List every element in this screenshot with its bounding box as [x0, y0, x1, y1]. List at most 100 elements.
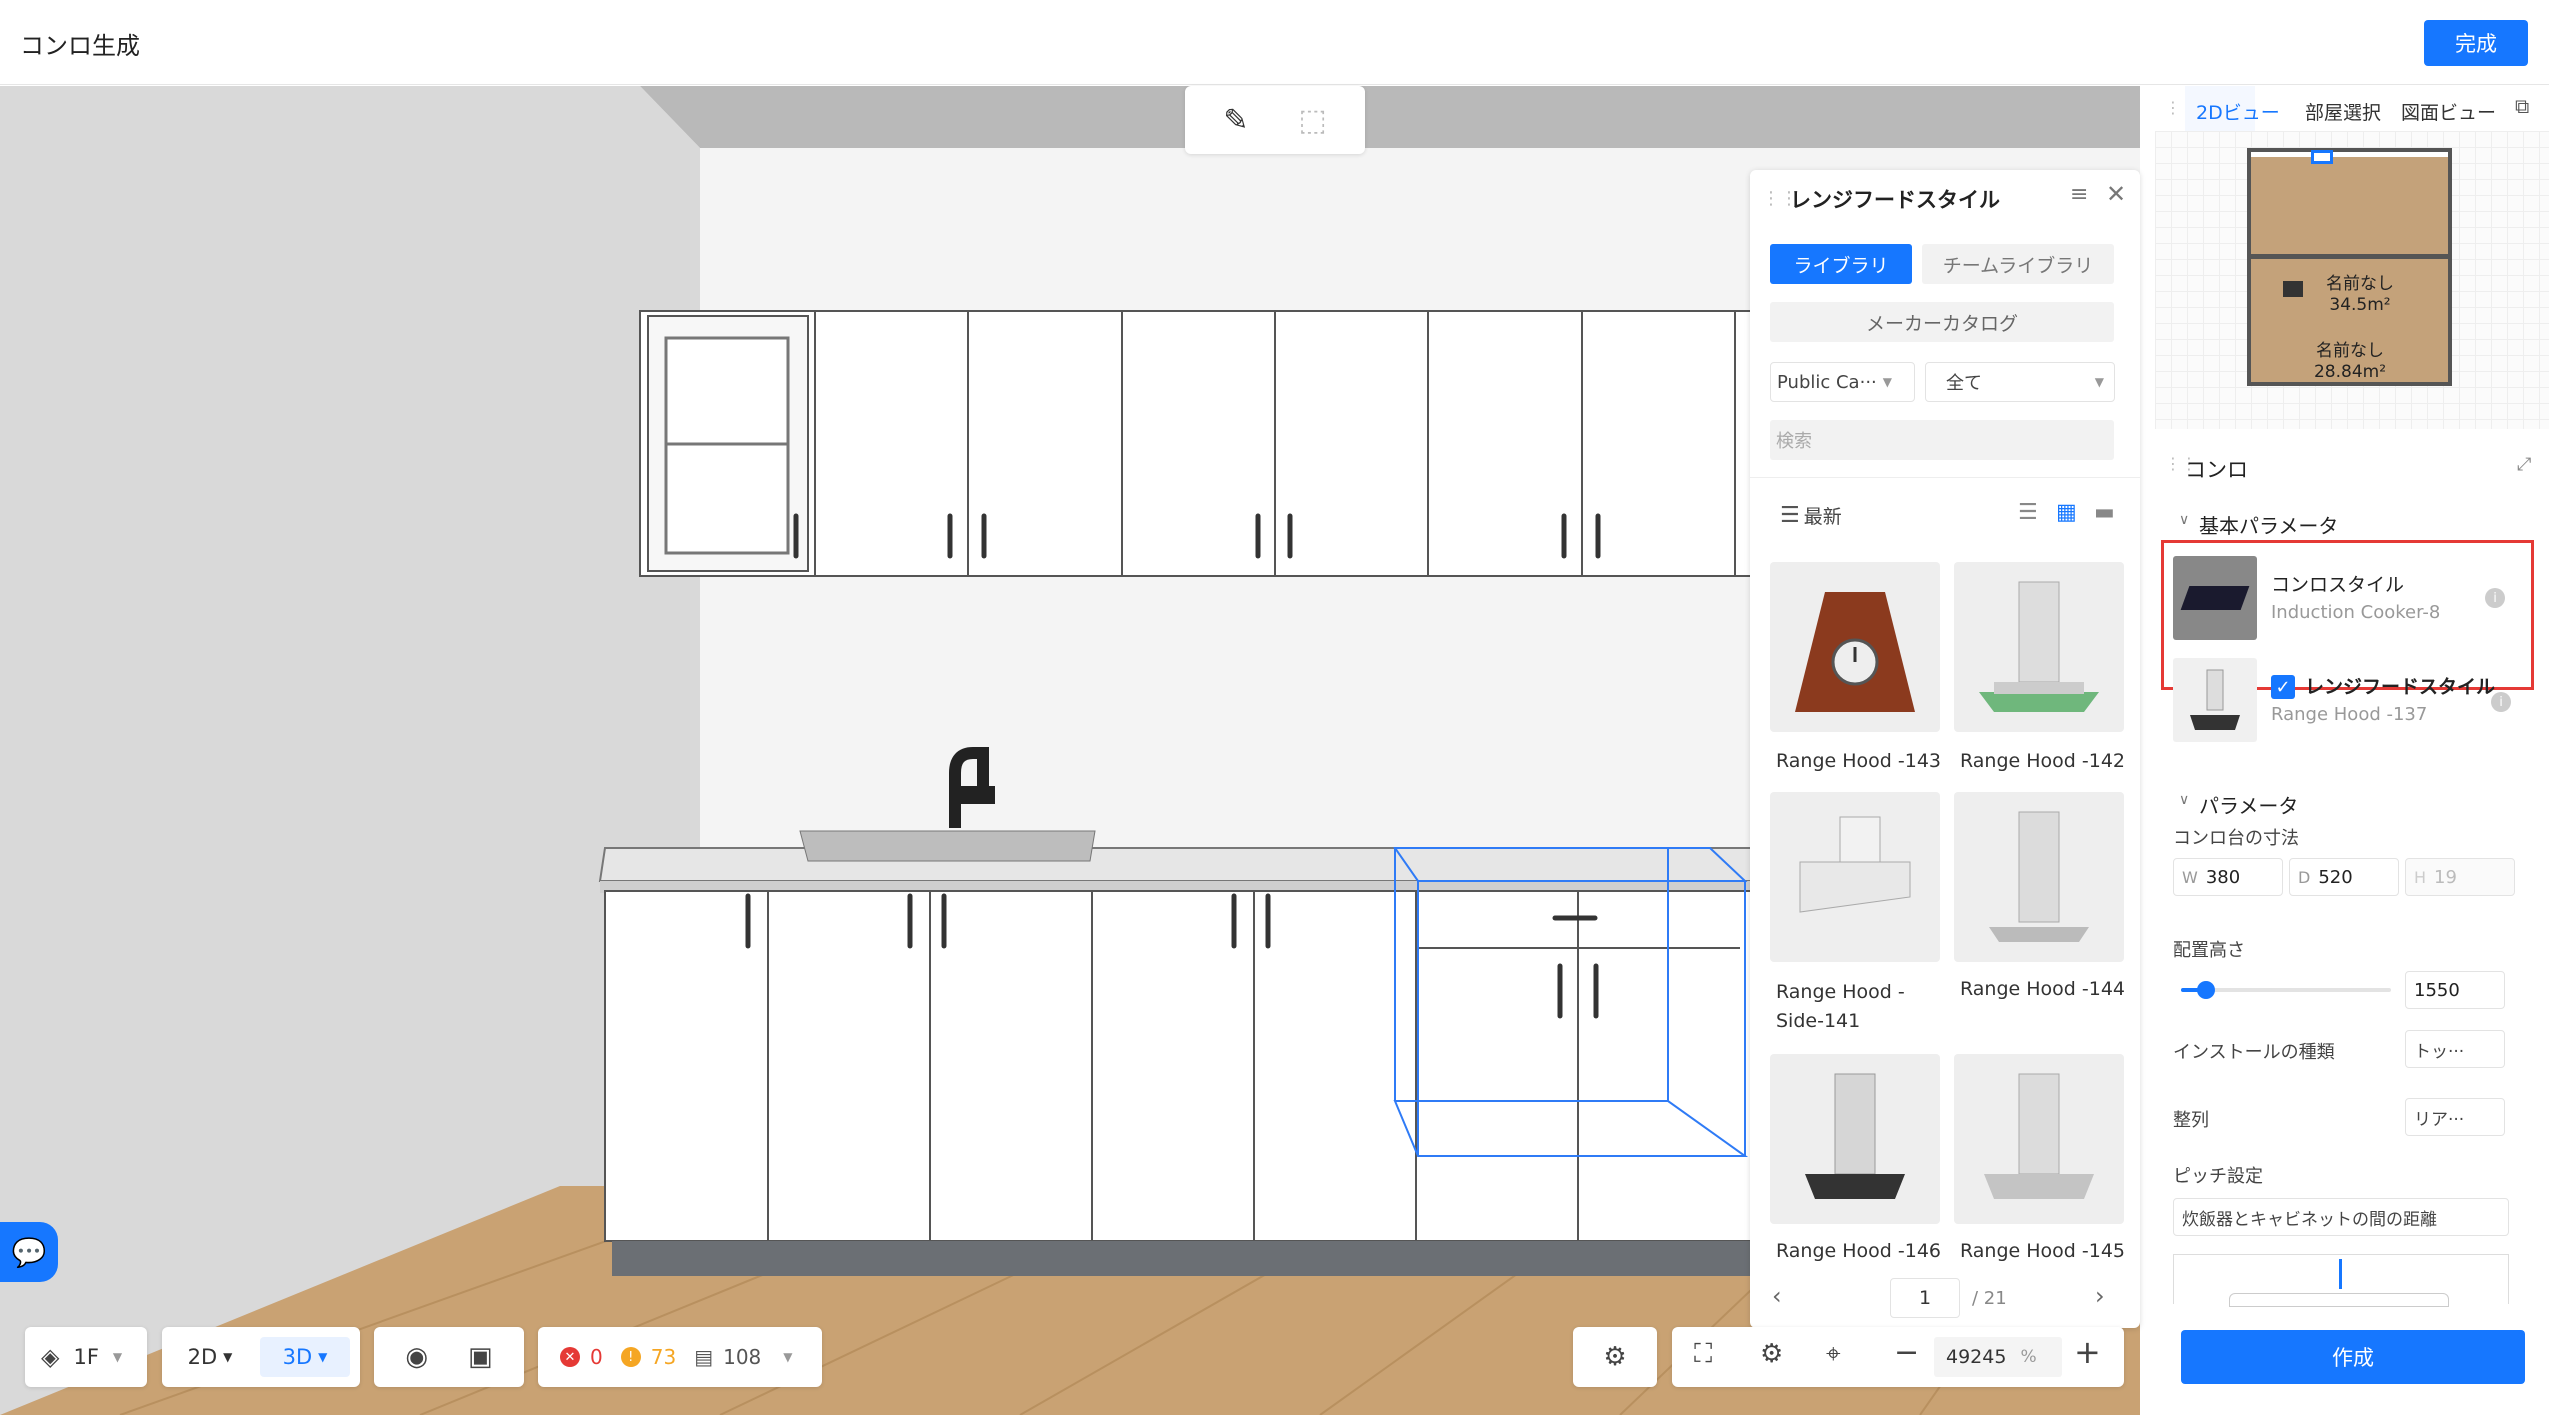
close-icon[interactable]: ✕ [2106, 180, 2126, 208]
sort-button[interactable]: ☰ 最新 [1780, 502, 1842, 529]
prev-page-icon[interactable]: ‹ [1772, 1282, 1782, 1310]
chevron-down-icon[interactable]: ∨ [2179, 792, 2189, 808]
tab-team-library[interactable]: チームライブラリ [1922, 244, 2114, 284]
room-label[interactable]: 名前なし 34.5m² [2305, 274, 2415, 316]
side-hood-icon [1799, 816, 1911, 913]
hood-style-thumb[interactable] [2173, 658, 2257, 742]
align-select[interactable]: リア··· [2405, 1098, 2505, 1136]
hood-style-checkbox[interactable]: ✓ [2271, 675, 2295, 699]
library-item-thumb[interactable] [1770, 792, 1940, 962]
chat-button[interactable]: 💬 [0, 1222, 58, 1282]
library-panel: ⋮⋮ レンジフードスタイル ≡ ✕ ライブラリ チームライブラリ メーカーカタロ… [1750, 170, 2140, 1328]
grid-view-icon[interactable]: ▦ [2056, 500, 2077, 525]
info-icon[interactable]: i [2485, 588, 2505, 608]
d-label: D [2298, 867, 2311, 887]
room-label[interactable]: 名前なし 28.84m² [2295, 341, 2405, 383]
d-value: 520 [2318, 866, 2353, 888]
expand-icon[interactable]: ⤢ [2517, 454, 2531, 475]
height-label: 配置高さ [2173, 940, 2245, 961]
zoom-input[interactable]: 49245 % [1934, 1337, 2062, 1377]
items-count: 108 [723, 1345, 762, 1369]
folder-icon[interactable]: ▬ [2094, 500, 2115, 525]
w-label: W [2182, 867, 2198, 887]
minimap-panel: ⋮⋮ 2Dビュー 部屋選択 図面ビュー ⧉ 名前なし 34.5m² 名前なし 2… [2155, 86, 2549, 429]
tab-room-select[interactable]: 部屋選択 [2305, 98, 2381, 125]
cube-icon[interactable]: ▣ [468, 1342, 493, 1372]
done-button[interactable]: 完成 [2424, 20, 2528, 66]
install-label: インストールの種類 [2173, 1042, 2335, 1063]
eye-icon[interactable]: ◉ [405, 1342, 428, 1372]
create-button[interactable]: 作成 [2181, 1330, 2525, 1384]
hood-icon [1984, 1073, 2094, 1199]
app-title: コンロ生成 [20, 32, 140, 60]
list-view-icon[interactable]: ☰ [2018, 500, 2038, 525]
source-select[interactable]: Public Ca··· ▼ [1770, 362, 1915, 402]
props-title: コンロ [2185, 458, 2248, 482]
divider [1750, 477, 2140, 478]
install-select[interactable]: トッ··· [2405, 1030, 2505, 1068]
hood-icon [1979, 581, 2099, 712]
category-select[interactable]: 全て ▼ [1925, 362, 2115, 402]
expand-icon[interactable]: ⧉ [2515, 94, 2529, 118]
status-bar[interactable]: ✕ 0 ! 73 ▤ 108 ▼ [538, 1327, 822, 1387]
library-item-thumb[interactable] [1770, 1054, 1940, 1224]
zoom-out-button[interactable]: − [1894, 1335, 1919, 1370]
wall-line [2251, 152, 2448, 157]
tab-2d-view[interactable]: 2Dビュー [2196, 98, 2280, 125]
clock-hood-icon [1795, 592, 1915, 712]
height-slider-thumb[interactable] [2197, 981, 2215, 999]
toggle-icon: ⚙ [1603, 1342, 1627, 1372]
sort-icon: ☰ [1780, 503, 1800, 528]
page-input[interactable]: 1 [1890, 1278, 1960, 1318]
zoom-in-button[interactable]: + [2074, 1333, 2101, 1371]
items-icon: ▤ [694, 1345, 714, 1369]
fit-view-icon[interactable]: ⛶ [1694, 1339, 1712, 1370]
hood-icon [2190, 669, 2240, 730]
info-icon[interactable]: i [2491, 692, 2511, 712]
search-input[interactable]: 検索 [1770, 420, 2114, 460]
stove-style-thumb[interactable] [2173, 556, 2257, 640]
hood-style-label: レンジフードスタイル [2305, 676, 2496, 698]
pitch-diagram [2173, 1254, 2509, 1307]
room-divider [2251, 254, 2448, 259]
chevron-down-icon: ▼ [783, 1350, 793, 1364]
search-placeholder: 検索 [1776, 431, 1812, 452]
floor-selector[interactable]: ◈ 1F ▼ [25, 1327, 147, 1387]
top-tools: ✎ ⬚ [1185, 86, 1365, 154]
maker-catalog-button[interactable]: メーカーカタログ [1770, 302, 2114, 342]
view-2d-button[interactable]: 2D ▼ [172, 1337, 248, 1377]
next-page-icon[interactable]: › [2095, 1282, 2105, 1310]
library-item-label: Range Hood -145 [1960, 1240, 2126, 1262]
library-item-thumb[interactable] [1954, 792, 2124, 962]
sort-label: 最新 [1803, 506, 1842, 528]
depth-input[interactable]: D 520 [2289, 858, 2399, 896]
size-label: コンロ台の寸法 [2173, 828, 2299, 849]
pitch-select[interactable]: 炊飯器とキャビネットの間の距離 [2173, 1198, 2509, 1236]
view-3d-button[interactable]: 3D ▼ [260, 1337, 350, 1377]
menu-icon[interactable]: ≡ [2070, 182, 2088, 207]
toggle-tools[interactable]: ⚙ [1573, 1327, 1657, 1387]
zoom-unit: % [2020, 1347, 2037, 1367]
tab-library[interactable]: ライブラリ [1770, 244, 1912, 284]
chevron-down-icon: ▼ [1882, 375, 1892, 389]
paint-icon[interactable]: ✎ [1223, 103, 1248, 138]
library-item-thumb[interactable] [1954, 1054, 2124, 1224]
chevron-down-icon[interactable]: ∨ [2179, 512, 2189, 528]
tab-plan-view[interactable]: 図面ビュー [2401, 98, 2496, 125]
category-select-value: 全て [1946, 373, 1982, 394]
library-item-thumb[interactable] [1770, 562, 1940, 732]
chat-icon: 💬 [11, 1235, 47, 1269]
pitch-label: ピッチ設定 [2173, 1166, 2263, 1187]
frame-icon[interactable]: ⬚ [1298, 103, 1326, 138]
view-settings-icon[interactable]: ⚙ [1760, 1339, 1783, 1369]
focus-icon[interactable]: ⌖ [1826, 1339, 1841, 1370]
library-item-label: Range Hood -142 [1960, 750, 2126, 772]
width-input[interactable]: W 380 [2173, 858, 2283, 896]
library-item-thumb[interactable] [1954, 562, 2124, 732]
warning-icon: ! [620, 1347, 641, 1367]
floorplan-canvas[interactable]: 名前なし 34.5m² 名前なし 28.84m² [2155, 131, 2549, 429]
height-input: H 19 [2405, 858, 2515, 896]
view-3d-label: 3D [282, 1345, 313, 1369]
library-item-label: Range Hood -143 [1776, 750, 1942, 772]
height-value-input[interactable]: 1550 [2405, 971, 2505, 1009]
